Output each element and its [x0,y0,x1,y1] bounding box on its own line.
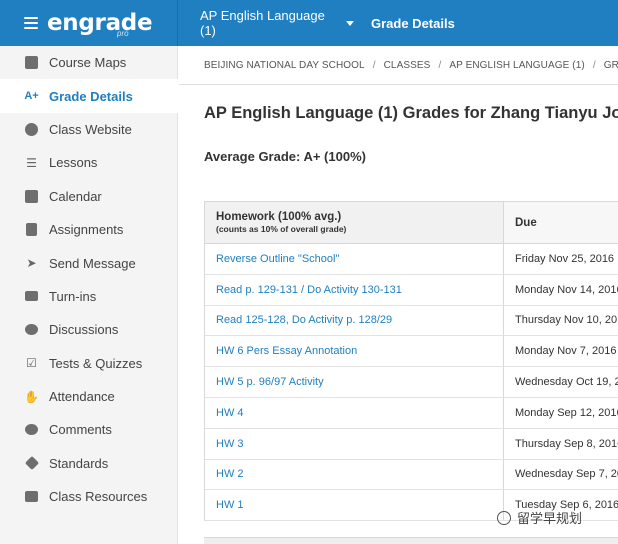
sidebar-item-label: Class Resources [49,489,148,505]
next-table-header [204,537,618,544]
current-page-label: Grade Details [371,15,455,31]
book-icon [24,489,39,504]
sidebar-item-lessons[interactable]: ☰ Lessons [0,146,177,179]
breadcrumb: BEIJING NATIONAL DAY SCHOOL / CLASSES / AP E… [204,60,618,71]
table-row: HW 2 Wednesday Sep 7, 2016 [205,459,618,491]
sidebar-item-label: Course Maps [49,55,127,71]
due-date: Wednesday Sep 7, 2016 [515,468,618,481]
sidebar-item-label: Comments [49,422,112,438]
sidebar-item-attendance[interactable]: ✋ Attendance [0,380,177,413]
assignment-link[interactable]: HW 5 p. 96/97 Activity [216,376,503,388]
chevron-down-icon [346,20,354,26]
calendar-icon [24,189,39,204]
comment-icon [24,422,39,437]
assignment-link[interactable]: HW 6 Pers Essay Annotation [216,345,503,357]
document-icon [24,222,39,237]
sidebar-item-course-maps[interactable]: Course Maps [0,46,177,79]
sidebar-item-comments[interactable]: Comments [0,413,177,446]
due-date: Monday Sep 12, 2016 [515,406,618,419]
divider [179,84,618,85]
sidebar-item-label: Attendance [49,389,115,405]
breadcrumb-course[interactable]: AP ENGLISH LANGUAGE (1) [449,60,585,71]
due-date: Monday Nov 14, 2016 [515,283,618,296]
sidebar-item-tests-quizzes[interactable]: ☑ Tests & Quizzes [0,347,177,380]
table-row: HW 6 Pers Essay Annotation Monday Nov 7, … [205,336,618,368]
breadcrumb-classes[interactable]: CLASSES [384,60,431,71]
table-header: Homework (100% avg.) (counts as 10% of o… [205,202,618,244]
sidebar-item-label: Discussions [49,322,119,338]
paper-plane-icon: ➤ [26,256,37,271]
assignment-link[interactable]: HW 4 [216,407,503,419]
sidebar-item-label: Class Website [49,121,132,137]
logo-pro-label: pro [117,29,129,38]
due-date: Friday Nov 25, 2016 [515,252,615,265]
sidebar-item-label: Lessons [49,155,98,171]
breadcrumb-separator: / [372,60,376,71]
sidebar-item-label: Turn-ins [49,288,97,304]
breadcrumb-separator: / [438,60,442,71]
homework-header-subtitle: (counts as 10% of overall grade) [216,224,347,234]
due-date: Thursday Sep 8, 2016 [515,437,618,450]
sidebar-item-label: Standards [49,455,109,471]
menu-icon[interactable] [24,17,38,29]
breadcrumb-grade[interactable]: GRADE [604,60,618,71]
due-date: Monday Nov 7, 2016 [515,345,617,358]
brand: engrade pro [0,0,178,46]
due-column-header[interactable]: Due [504,202,618,243]
assignment-link[interactable]: HW 1 [216,499,503,511]
engrade-logo[interactable]: engrade [47,10,153,36]
sidebar-item-label: Calendar [49,188,102,204]
table-row: HW 5 p. 96/97 Activity Wednesday Oct 19, … [205,367,618,398]
grade-icon: A+ [24,90,39,103]
average-grade: Average Grade: A+ (100%) [204,149,366,164]
due-date: Wednesday Oct 19, 2016 [515,376,618,389]
course-selector[interactable]: AP English Language (1) [178,0,354,46]
hand-icon: ✋ [24,389,39,404]
sidebar-item-label: Tests & Quizzes [49,355,143,371]
assignment-link[interactable]: HW 2 [216,468,503,480]
watermark: 留学早规划 [497,508,582,527]
table-row: Reverse Outline "School" Friday Nov 25, 2… [205,244,618,275]
homework-column-header[interactable]: Homework (100% avg.) (counts as 10% of o… [205,202,504,243]
page-title: AP English Language (1) Grades for Zhang… [204,104,618,122]
sidebar-item-class-resources[interactable]: Class Resources [0,480,177,513]
checkbox-icon: ☑ [26,356,37,371]
assignment-link[interactable]: Reverse Outline "School" [216,253,503,265]
sidebar-item-assignments[interactable]: Assignments [0,213,177,246]
assignment-link[interactable]: Read 125-128, Do Activity p. 128/29 [216,314,503,326]
main-content: BEIJING NATIONAL DAY SCHOOL / CLASSES / AP E… [179,46,618,544]
table-row: HW 3 Thursday Sep 8, 2016 [205,428,618,460]
sidebar-item-calendar[interactable]: Calendar [0,180,177,213]
list-icon: ☰ [26,155,37,170]
sidebar-item-discussions[interactable]: Discussions [0,313,177,346]
sidebar-item-standards[interactable]: Standards [0,447,177,480]
sidebar-item-turn-ins[interactable]: Turn-ins [0,280,177,313]
homework-table: Homework (100% avg.) (counts as 10% of o… [204,201,618,522]
top-bar: engrade pro AP English Language (1) Grad… [0,0,618,46]
homework-header-title: Homework (100% avg.) [216,211,342,223]
globe-icon [24,122,39,137]
table-row: Read p. 129-131 / Do Activity 130-131 Mon… [205,274,618,306]
chat-bubbles-icon [24,322,39,337]
copy-icon [24,55,39,70]
sidebar-item-class-website[interactable]: Class Website [0,113,177,146]
course-selector-label: AP English Language (1) [200,8,325,38]
breadcrumb-separator: / [592,60,596,71]
sidebar-item-label: Assignments [49,222,124,238]
tags-icon [24,456,39,471]
wechat-icon [497,510,511,525]
breadcrumb-school[interactable]: BEIJING NATIONAL DAY SCHOOL [204,60,365,71]
sidebar-item-label: Grade Details [49,88,133,104]
watermark-text: 留学早规划 [517,511,583,526]
sidebar: Course Maps A+ Grade Details Class Websi… [0,46,178,544]
assignment-link[interactable]: HW 3 [216,438,503,450]
table-row: HW 4 Monday Sep 12, 2016 [205,397,618,429]
assignment-link[interactable]: Read p. 129-131 / Do Activity 130-131 [216,284,503,296]
sidebar-item-grade-details[interactable]: A+ Grade Details [0,79,178,113]
sidebar-item-send-message[interactable]: ➤ Send Message [0,246,177,279]
table-row: Read 125-128, Do Activity p. 128/29 Thurs… [205,305,618,337]
sidebar-item-label: Send Message [49,255,136,271]
inbox-icon [24,289,39,304]
due-date: Thursday Nov 10, 2016 [515,314,618,327]
